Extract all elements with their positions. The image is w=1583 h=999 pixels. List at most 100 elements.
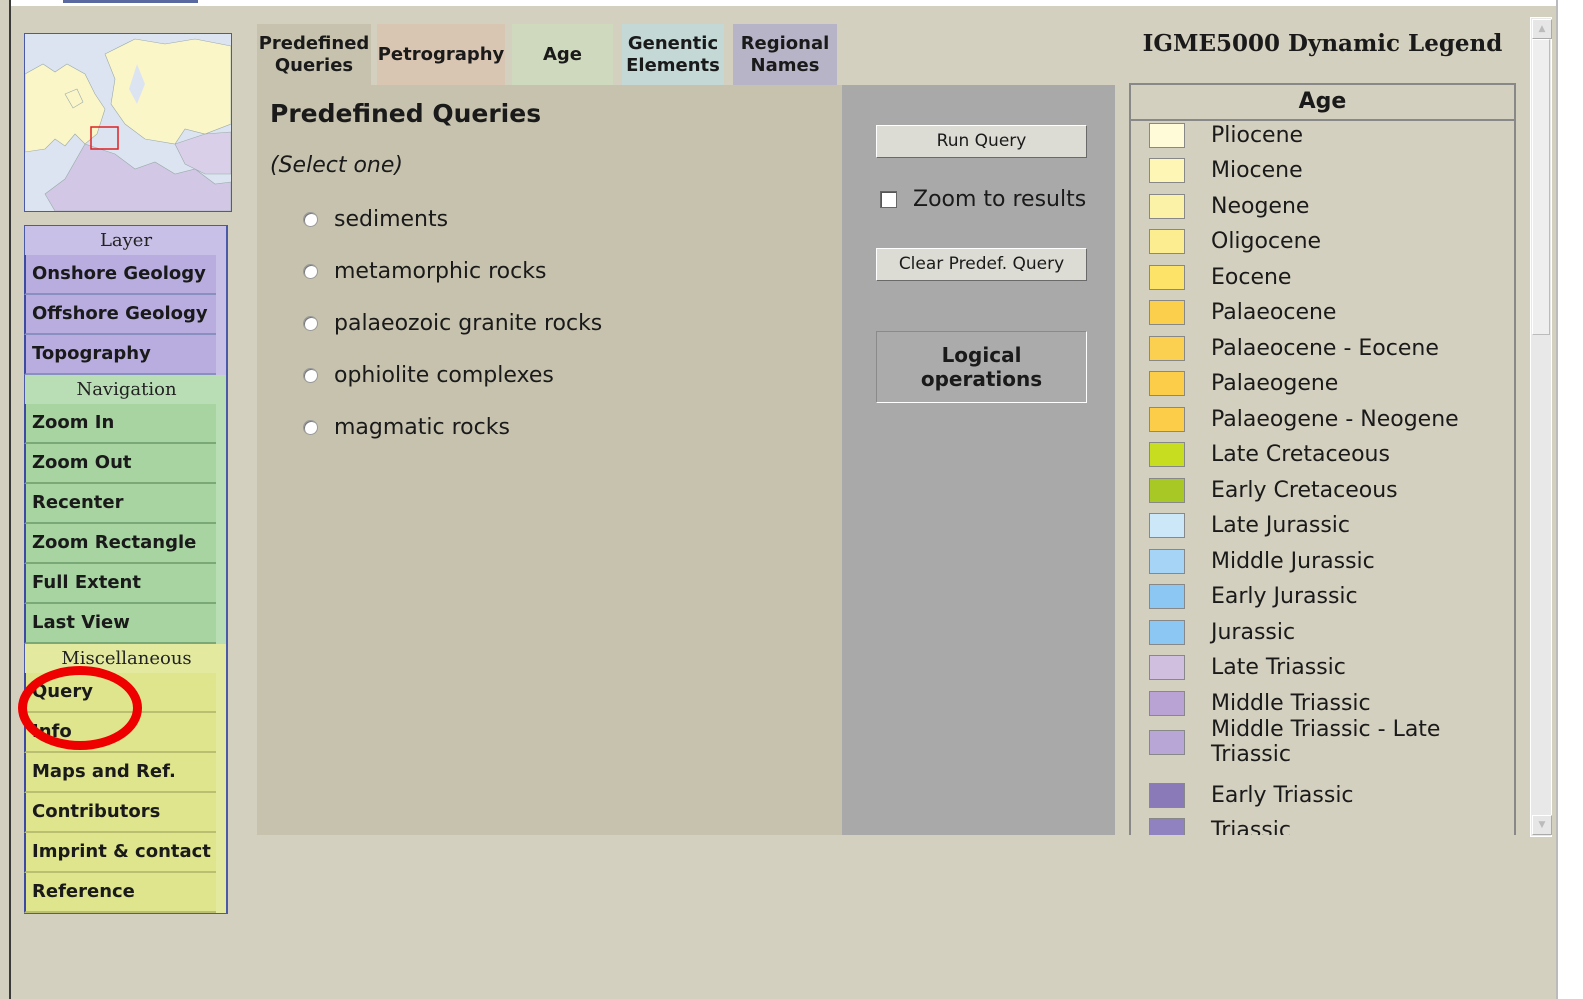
scroll-down-arrow-icon[interactable]: ▼ <box>1532 815 1552 835</box>
left-navigation: Layer Onshore Geology Offshore Geology T… <box>24 225 228 914</box>
legend-label: Palaeocene - Eocene <box>1211 336 1439 361</box>
legend-item: Late Jurassic <box>1149 513 1350 538</box>
panel-subtitle: (Select one) <box>270 153 403 178</box>
option-sediments[interactable]: sediments <box>303 204 448 234</box>
europe-overview-image <box>25 34 231 211</box>
radio-button[interactable] <box>303 315 318 331</box>
legend-item: Middle Jurassic <box>1149 549 1375 574</box>
legend-item: Palaeocene - Eocene <box>1149 336 1439 361</box>
zoom-to-results-row[interactable]: Zoom to results <box>880 184 1086 214</box>
legend-swatch <box>1149 229 1185 254</box>
radio-button[interactable] <box>303 419 318 435</box>
legend-item: Miocene <box>1149 158 1303 183</box>
nav-maps-and-ref[interactable]: Maps and Ref. <box>24 753 216 793</box>
nav-onshore-geology[interactable]: Onshore Geology <box>24 255 216 295</box>
tab-age[interactable]: Age <box>512 24 613 85</box>
nav-offshore-geology[interactable]: Offshore Geology <box>24 295 216 335</box>
scroll-thumb[interactable] <box>1532 39 1550 335</box>
tab-label-line1: Predefined <box>258 32 370 54</box>
miscellaneous-heading: Miscellaneous <box>24 644 228 673</box>
legend-swatch <box>1149 265 1185 290</box>
legend-swatch <box>1149 584 1185 609</box>
legend-item: Late Cretaceous <box>1149 442 1390 467</box>
zoom-to-results-label: Zoom to results <box>913 186 1087 212</box>
legend-swatch <box>1149 407 1185 432</box>
nav-full-extent[interactable]: Full Extent <box>24 564 216 604</box>
legend-item: Neogene <box>1149 194 1309 219</box>
radio-button[interactable] <box>303 263 318 279</box>
option-palaeozoic-granite-rocks[interactable]: palaeozoic granite rocks <box>303 308 602 338</box>
nav-query[interactable]: Query <box>24 673 216 713</box>
legend-item: Late Triassic <box>1149 655 1346 680</box>
logical-label-line1: Logical <box>941 343 1022 367</box>
nav-zoom-rectangle[interactable]: Zoom Rectangle <box>24 524 216 564</box>
radio-button[interactable] <box>303 367 318 383</box>
legend-swatch <box>1149 620 1185 645</box>
tab-label: Petrography <box>377 43 505 65</box>
overview-map[interactable] <box>24 33 232 212</box>
nav-topography[interactable]: Topography <box>24 335 216 375</box>
legend-label: Pliocene <box>1211 123 1304 148</box>
legend-swatch <box>1149 158 1185 183</box>
nav-imprint-contact[interactable]: Imprint & contact <box>24 833 216 873</box>
nav-zoom-in[interactable]: Zoom In <box>24 404 216 444</box>
legend-item: Oligocene <box>1149 229 1321 254</box>
window-frame-left <box>9 0 11 999</box>
legend-swatch <box>1149 513 1185 538</box>
clear-query-button[interactable]: Clear Predef. Query <box>876 248 1087 281</box>
legend-swatch <box>1149 194 1185 219</box>
run-query-button[interactable]: Run Query <box>876 125 1087 158</box>
nav-last-view[interactable]: Last View <box>24 604 216 644</box>
tab-label-line2: Queries <box>274 54 354 76</box>
legend-swatch <box>1149 442 1185 467</box>
legend-label: Middle Triassic - Late Triassic <box>1211 717 1441 767</box>
legend-title: IGME5000 Dynamic Legend <box>1142 30 1503 57</box>
window-frame-right <box>1556 0 1583 999</box>
legend-item: Early Triassic <box>1149 783 1354 808</box>
legend-swatch <box>1149 729 1185 755</box>
tab-regional-names[interactable]: Regional Names <box>733 24 837 85</box>
legend-swatch <box>1149 371 1185 396</box>
legend-label: Oligocene <box>1211 229 1322 254</box>
legend-label: Jurassic <box>1211 620 1296 645</box>
legend-swatch <box>1149 549 1185 574</box>
tab-petrography[interactable]: Petrography <box>377 24 505 85</box>
top-strip <box>11 0 1583 6</box>
nav-zoom-out[interactable]: Zoom Out <box>24 444 216 484</box>
radio-button[interactable] <box>303 211 318 227</box>
zoom-to-results-checkbox[interactable] <box>880 190 897 208</box>
option-magmatic-rocks[interactable]: magmatic rocks <box>303 412 510 442</box>
legend-label: Late Jurassic <box>1211 513 1350 538</box>
logical-operations-button[interactable]: Logical operations <box>876 331 1087 403</box>
legend-swatch <box>1149 655 1185 680</box>
nav-reference[interactable]: Reference <box>24 873 216 913</box>
option-metamorphic-rocks[interactable]: metamorphic rocks <box>303 256 546 286</box>
option-ophiolite-complexes[interactable]: ophiolite complexes <box>303 360 554 390</box>
legend-item: Early Cretaceous <box>1149 478 1398 503</box>
legend-scrollbar[interactable]: ▲ ▼ <box>1530 17 1552 837</box>
nav-contributors[interactable]: Contributors <box>24 793 216 833</box>
legend-label: Late Cretaceous <box>1211 442 1390 467</box>
legend-label: Early Jurassic <box>1211 584 1358 609</box>
legend-label: Palaeocene <box>1211 300 1337 325</box>
legend-item: Eocene <box>1149 265 1291 290</box>
legend-heading: Age <box>1131 85 1514 121</box>
tab-predefined-queries[interactable]: Predefined Queries <box>257 24 371 85</box>
legend-swatch <box>1149 478 1185 503</box>
miscellaneous-section: Miscellaneous Query Info Maps and Ref. C… <box>24 644 228 914</box>
nav-info[interactable]: Info <box>24 713 216 753</box>
scroll-up-arrow-icon[interactable]: ▲ <box>1532 19 1552 39</box>
legend-label: Palaeogene - Neogene <box>1211 407 1459 432</box>
option-label: sediments <box>334 206 449 232</box>
legend-item: Early Jurassic <box>1149 584 1358 609</box>
legend-swatch <box>1149 691 1185 716</box>
legend-item: Triassic <box>1149 818 1291 835</box>
navigation-heading: Navigation <box>24 375 228 404</box>
tab-genentic-elements[interactable]: Genentic Elements <box>622 24 724 85</box>
tab-label-line1: Regional <box>740 32 830 54</box>
nav-recenter[interactable]: Recenter <box>24 484 216 524</box>
legend-label: Eocene <box>1211 265 1292 290</box>
legend-swatch <box>1149 818 1185 835</box>
legend-label: Early Triassic <box>1211 783 1354 808</box>
option-label: palaeozoic granite rocks <box>334 310 603 336</box>
